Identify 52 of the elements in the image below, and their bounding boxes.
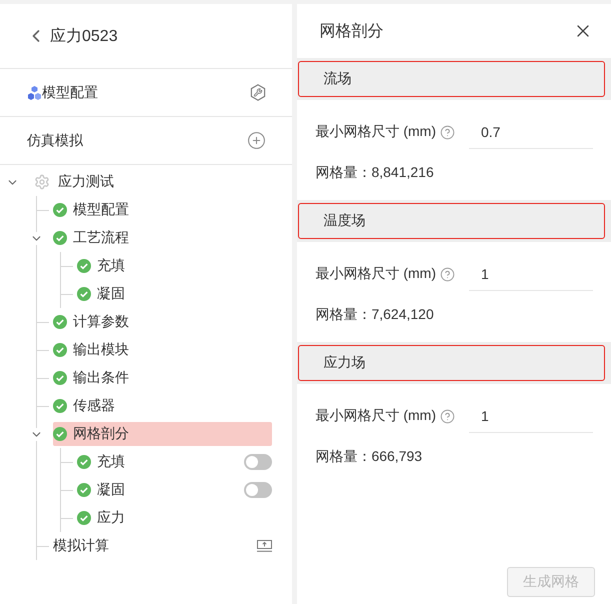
check-circle-icon bbox=[77, 259, 91, 273]
field-label: 最小网格尺寸 (mm) bbox=[315, 265, 436, 283]
tree-item[interactable]: 网格剖分 bbox=[53, 422, 272, 446]
project-title: 应力0523 bbox=[50, 26, 118, 46]
field-label: 最小网格尺寸 (mm) bbox=[315, 407, 436, 425]
tree-item[interactable]: 充填 bbox=[77, 450, 272, 474]
check-circle-icon bbox=[53, 427, 67, 441]
simulation-label: 仿真模拟 bbox=[27, 132, 83, 150]
panel-title: 网格剖分 bbox=[319, 22, 384, 42]
check-circle-icon bbox=[77, 287, 91, 301]
mesh-count: 网格量：8,841,216 bbox=[315, 164, 435, 182]
cubes-icon bbox=[27, 86, 42, 100]
toggle-switch[interactable] bbox=[244, 454, 272, 470]
check-circle-icon bbox=[77, 455, 91, 469]
section-header: 应力场 bbox=[298, 345, 605, 381]
tree-item[interactable]: 应力测试 bbox=[34, 170, 272, 194]
wrench-settings-icon[interactable] bbox=[250, 84, 266, 101]
tree-item[interactable]: 传感器 bbox=[53, 394, 272, 418]
tree-item[interactable]: 模型配置 bbox=[53, 198, 272, 222]
tree-item[interactable]: 输出条件 bbox=[53, 366, 272, 390]
tree-item[interactable]: 充填 bbox=[77, 254, 272, 278]
tree-item[interactable]: 计算参数 bbox=[53, 310, 272, 334]
help-icon[interactable] bbox=[440, 124, 455, 140]
section-header: 流场 bbox=[298, 61, 605, 97]
field-label: 最小网格尺寸 (mm) bbox=[315, 123, 436, 141]
check-circle-icon bbox=[53, 231, 67, 245]
check-circle-icon bbox=[77, 511, 91, 525]
mesh-count: 网格量：666,793 bbox=[315, 448, 424, 466]
mesh-count: 网格量：7,624,120 bbox=[315, 306, 435, 324]
tree-item[interactable]: 模拟计算 bbox=[53, 534, 272, 558]
mesh-size-field[interactable]: 1 bbox=[469, 258, 593, 290]
section-header: 温度场 bbox=[298, 203, 605, 239]
tree-item[interactable]: 工艺流程 bbox=[53, 226, 272, 250]
check-circle-icon bbox=[53, 315, 67, 329]
mesh-size-field[interactable]: 1 bbox=[469, 400, 593, 432]
tree-item[interactable]: 输出模块 bbox=[53, 338, 272, 362]
model-config-label: 模型配置 bbox=[42, 84, 98, 102]
help-icon[interactable] bbox=[440, 408, 455, 424]
tree-item[interactable]: 凝固 bbox=[77, 478, 272, 502]
tree-item[interactable]: 应力 bbox=[77, 506, 272, 530]
add-icon[interactable] bbox=[247, 131, 266, 150]
check-circle-icon bbox=[53, 343, 67, 357]
toggle-switch[interactable] bbox=[244, 482, 272, 498]
upload-icon[interactable] bbox=[257, 540, 272, 552]
gear-icon bbox=[34, 174, 50, 190]
check-circle-icon bbox=[53, 203, 67, 217]
check-circle-icon bbox=[77, 483, 91, 497]
tree-item[interactable]: 凝固 bbox=[77, 282, 272, 306]
check-circle-icon bbox=[53, 371, 67, 385]
help-icon[interactable] bbox=[440, 266, 455, 282]
mesh-size-field[interactable]: 0.7 bbox=[469, 116, 593, 148]
check-circle-icon bbox=[53, 399, 67, 413]
